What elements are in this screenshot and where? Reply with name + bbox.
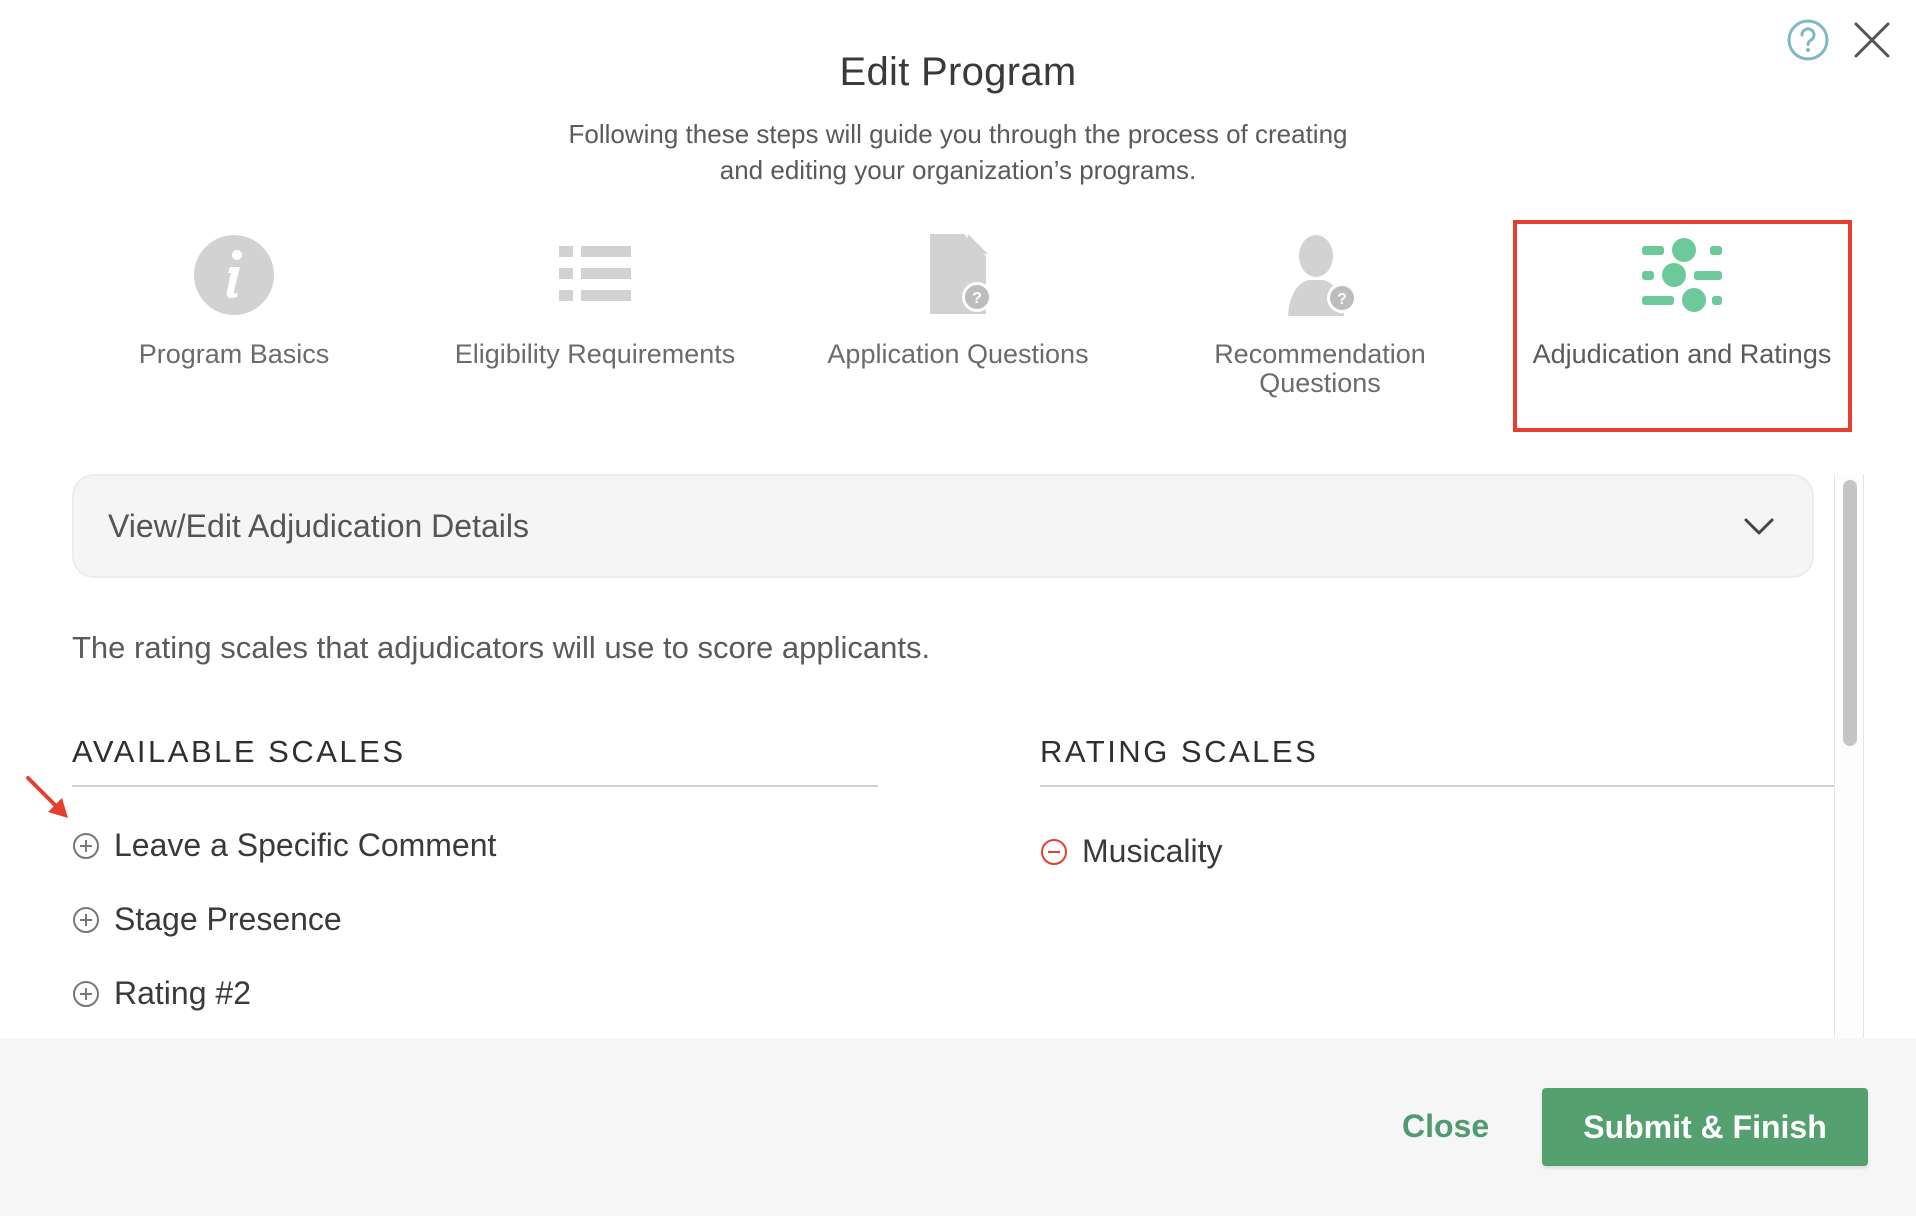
submit-finish-button[interactable]: Submit & Finish — [1542, 1088, 1868, 1166]
scrollbar[interactable] — [1834, 474, 1864, 1038]
close-button[interactable]: Close — [1402, 1108, 1489, 1145]
rating-scales-heading: RATING SCALES — [1040, 734, 1319, 769]
page-subtitle: Following these steps will guide you thr… — [0, 116, 1916, 188]
step-recommendation-questions[interactable]: ? Recommendation Questions — [1150, 220, 1490, 398]
subtitle-line-2: and editing your organization’s programs… — [719, 155, 1197, 185]
step-label: Adjudication and Ratings — [1532, 339, 1832, 369]
step-label: Recommendation Questions — [1150, 340, 1490, 398]
step-label-line-2: Questions — [1259, 368, 1381, 398]
rating-scale-label: Musicality — [1082, 833, 1223, 869]
step-navigation: Program Basics Eligibility Requirements — [0, 220, 1916, 435]
step-label: Program Basics — [138, 339, 330, 369]
accordion-label: View/Edit Adjudication Details — [108, 507, 529, 544]
step-label-line-1: Recommendation — [1214, 339, 1426, 369]
available-scale-label: Leave a Specific Comment — [114, 827, 497, 863]
minus-circle-icon[interactable] — [1040, 838, 1068, 866]
page-title: Edit Program — [839, 50, 1077, 94]
subtitle-line-1: Following these steps will guide you thr… — [568, 119, 1348, 149]
step-label: Eligibility Requirements — [454, 339, 736, 369]
rating-scales-divider — [1040, 785, 1834, 787]
step-application-questions[interactable]: ? Application Questions — [788, 220, 1128, 369]
annotation-arrow-icon — [26, 776, 68, 818]
list-icon — [559, 246, 631, 301]
scrollbar-thumb[interactable] — [1843, 480, 1857, 746]
available-scale-item[interactable]: Rating #2 — [72, 975, 251, 1012]
svg-text:?: ? — [1337, 291, 1347, 308]
available-scale-label: Stage Presence — [114, 901, 342, 937]
plus-circle-icon[interactable] — [72, 906, 100, 934]
available-scale-item[interactable]: Leave a Specific Comment — [72, 827, 496, 864]
step-label: Application Questions — [827, 339, 1089, 369]
person-question-icon: ? — [1288, 235, 1357, 316]
chevron-down-icon — [1744, 518, 1774, 535]
available-scales-heading: AVAILABLE SCALES — [72, 734, 406, 769]
step-adjudication-and-ratings[interactable]: Adjudication and Ratings — [1512, 220, 1852, 369]
document-question-icon: ? — [930, 234, 992, 314]
available-scale-label: Rating #2 — [114, 975, 251, 1011]
sliders-icon — [1642, 238, 1722, 312]
svg-text:?: ? — [972, 290, 982, 307]
plus-circle-icon[interactable] — [72, 832, 100, 860]
rating-scale-item[interactable]: Musicality — [1040, 833, 1222, 870]
step-program-basics[interactable]: Program Basics — [64, 220, 404, 369]
available-scale-item[interactable]: Stage Presence — [72, 901, 342, 938]
plus-circle-icon[interactable] — [72, 980, 100, 1008]
rating-scales-description: The rating scales that adjudicators will… — [72, 630, 931, 665]
available-scales-divider — [72, 785, 878, 787]
step-eligibility-requirements[interactable]: Eligibility Requirements — [425, 220, 765, 369]
info-icon — [194, 235, 274, 315]
adjudication-details-accordion[interactable]: View/Edit Adjudication Details — [72, 474, 1814, 578]
